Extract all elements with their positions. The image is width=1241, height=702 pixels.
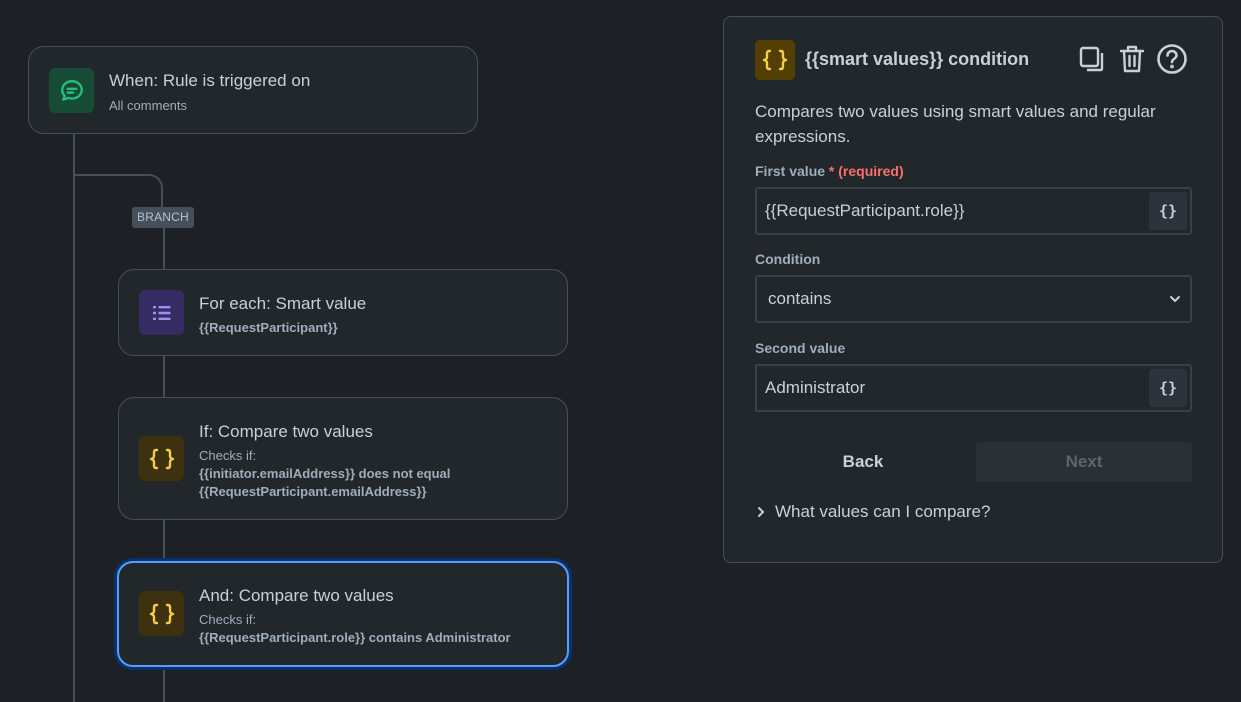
connector-branch-2 [163, 355, 165, 398]
help-icon [1157, 44, 1187, 74]
first-value-input[interactable]: {{RequestParticipant.role}} [757, 201, 1149, 221]
required-text: (required) [838, 163, 904, 179]
branch-badge: BRANCH [132, 207, 194, 228]
copy-icon [1079, 46, 1104, 72]
condition-label: Condition [755, 251, 821, 267]
if-condition-line-2: {{RequestParticipant.emailAddress}} [199, 484, 427, 499]
smart-value-icon [755, 40, 795, 80]
connector-branch-3 [163, 519, 165, 561]
and-condition-title: And: Compare two values [199, 586, 394, 605]
comment-icon [49, 68, 94, 113]
chevron-down-icon [1160, 295, 1190, 303]
trash-icon [1119, 45, 1145, 73]
if-condition-checks-label: Checks if: [199, 448, 257, 463]
help-button[interactable] [1155, 42, 1189, 76]
next-button[interactable]: Next [976, 442, 1192, 482]
connector-branch-1 [163, 228, 165, 270]
compare-help-label: What values can I compare? [775, 502, 991, 521]
first-value-label: First value * (required) [755, 163, 904, 179]
back-button[interactable]: Back [755, 442, 971, 482]
trigger-subtitle: All comments [109, 98, 188, 113]
delete-button[interactable] [1115, 42, 1149, 76]
duplicate-button[interactable] [1075, 42, 1109, 76]
trigger-card[interactable]: When: Rule is triggered on All comments [28, 46, 478, 134]
smart-value-icon [139, 591, 184, 636]
if-condition-line-1: {{initiator.emailAddress}} does not equa… [199, 466, 451, 481]
connector-main [73, 133, 75, 702]
for-each-title: For each: Smart value [199, 294, 367, 313]
for-each-subtitle: {{RequestParticipant}} [199, 320, 338, 335]
second-value-input[interactable]: Administrator [757, 378, 1149, 398]
compare-help-expander[interactable]: What values can I compare? [757, 502, 990, 522]
first-value-field[interactable]: {{RequestParticipant.role}} {} [755, 187, 1192, 235]
second-value-label: Second value [755, 340, 846, 356]
condition-config-panel: {{smart values}} condition Compares two … [723, 16, 1223, 563]
braces-icon: {} [1158, 379, 1178, 397]
and-condition-card[interactable]: And: Compare two values Checks if: {{Req… [117, 561, 569, 667]
condition-selected-value: contains [768, 289, 832, 308]
and-condition-line-1: {{RequestParticipant.role}} contains Adm… [199, 630, 511, 645]
second-value-field[interactable]: Administrator {} [755, 364, 1192, 412]
trigger-title: When: Rule is triggered on [109, 71, 311, 90]
panel-title: {{smart values}} condition [805, 49, 1030, 69]
smart-value-icon [139, 436, 184, 481]
list-icon [139, 290, 184, 335]
for-each-card[interactable]: For each: Smart value {{RequestParticipa… [118, 269, 568, 356]
if-condition-title: If: Compare two values [199, 422, 373, 441]
panel-description: Compares two values using smart values a… [755, 102, 1156, 146]
first-value-smart-value-button[interactable]: {} [1149, 192, 1187, 230]
second-value-smart-value-button[interactable]: {} [1149, 369, 1187, 407]
braces-icon: {} [1158, 202, 1178, 220]
condition-select[interactable]: contains [755, 275, 1192, 323]
and-condition-checks-label: Checks if: [199, 612, 257, 627]
if-condition-card[interactable]: If: Compare two values Checks if: {{init… [118, 397, 568, 520]
connector-branch-4 [163, 667, 165, 702]
chevron-right-icon [758, 507, 764, 517]
required-marker: * [828, 163, 835, 179]
